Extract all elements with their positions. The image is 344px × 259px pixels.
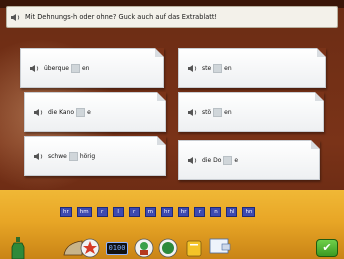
extra-sheet-icon[interactable] [208, 237, 232, 257]
letter-tile[interactable]: hn [242, 207, 256, 217]
word-end: en [224, 64, 232, 72]
word-end: en [81, 64, 90, 72]
letter-gap[interactable] [68, 151, 78, 161]
clock-display: 0100 [106, 242, 128, 255]
world-icon[interactable] [158, 238, 178, 258]
word-start: schwe [48, 152, 67, 160]
word-start: stö [202, 108, 212, 116]
star-icon[interactable] [80, 238, 100, 258]
word-start: ste [202, 64, 212, 72]
speaker-icon[interactable] [33, 152, 44, 161]
book-icon[interactable] [184, 238, 204, 258]
word: ste en [202, 63, 232, 73]
speaker-icon[interactable] [33, 108, 44, 117]
check-button[interactable]: ✔ [316, 239, 338, 257]
letter-gap[interactable] [76, 107, 86, 117]
letter-tile[interactable]: hm [76, 207, 92, 217]
letter-tile[interactable]: n [210, 207, 222, 217]
word-start: überque [44, 64, 69, 72]
letter-tile[interactable]: r [128, 207, 140, 217]
word-card-3[interactable]: die Kano e [24, 92, 166, 132]
letter-tiles: hr hm r l r m hr hr r n hl hn [60, 207, 260, 217]
word: die Do e [202, 155, 239, 165]
word-end: hörig [79, 152, 96, 160]
word: stö en [202, 107, 232, 117]
letter-tile[interactable]: l [112, 207, 124, 217]
word-end: e [234, 156, 239, 164]
helper-icon[interactable] [134, 238, 154, 258]
word: schwe hörig [48, 151, 96, 161]
speaker-icon[interactable] [187, 64, 198, 73]
instruction-text: Mit Dehnungs-h oder ohne? Guck auch auf … [25, 13, 218, 21]
letter-tile[interactable]: r [194, 207, 206, 217]
speaker-icon[interactable] [10, 13, 21, 22]
letter-gap[interactable] [213, 63, 223, 73]
word-card-1[interactable]: überque en [20, 48, 164, 88]
letter-gap[interactable] [70, 63, 80, 73]
letter-tile[interactable]: hr [60, 207, 72, 217]
speaker-icon[interactable] [187, 156, 198, 165]
game-scene: Mit Dehnungs-h oder ohne? Guck auch auf … [0, 0, 344, 259]
letter-tile[interactable]: r [96, 207, 108, 217]
word-end: en [224, 108, 232, 116]
word: überque en [44, 63, 90, 73]
bottom-toolbar: 0100 [0, 235, 344, 259]
word-start: die Do [202, 156, 222, 164]
word-end: e [87, 108, 91, 116]
letter-tile[interactable]: m [144, 207, 156, 217]
letter-tile[interactable]: hr [177, 207, 190, 217]
word-card-4[interactable]: stö en [178, 92, 324, 132]
letter-gap[interactable] [213, 107, 223, 117]
word: die Kano e [48, 107, 91, 117]
word-card-2[interactable]: ste en [178, 48, 326, 88]
bottle-icon[interactable] [10, 237, 26, 259]
speaker-icon[interactable] [187, 108, 198, 117]
word-card-6[interactable]: die Do e [178, 140, 320, 180]
speaker-icon[interactable] [29, 64, 40, 73]
word-start: die Kano [48, 108, 75, 116]
letter-tile[interactable]: hl [226, 207, 238, 217]
word-card-5[interactable]: schwe hörig [24, 136, 166, 176]
letter-gap[interactable] [223, 155, 233, 165]
letter-tile[interactable]: hr [160, 207, 173, 217]
instruction-bar: Mit Dehnungs-h oder ohne? Guck auch auf … [6, 6, 338, 28]
